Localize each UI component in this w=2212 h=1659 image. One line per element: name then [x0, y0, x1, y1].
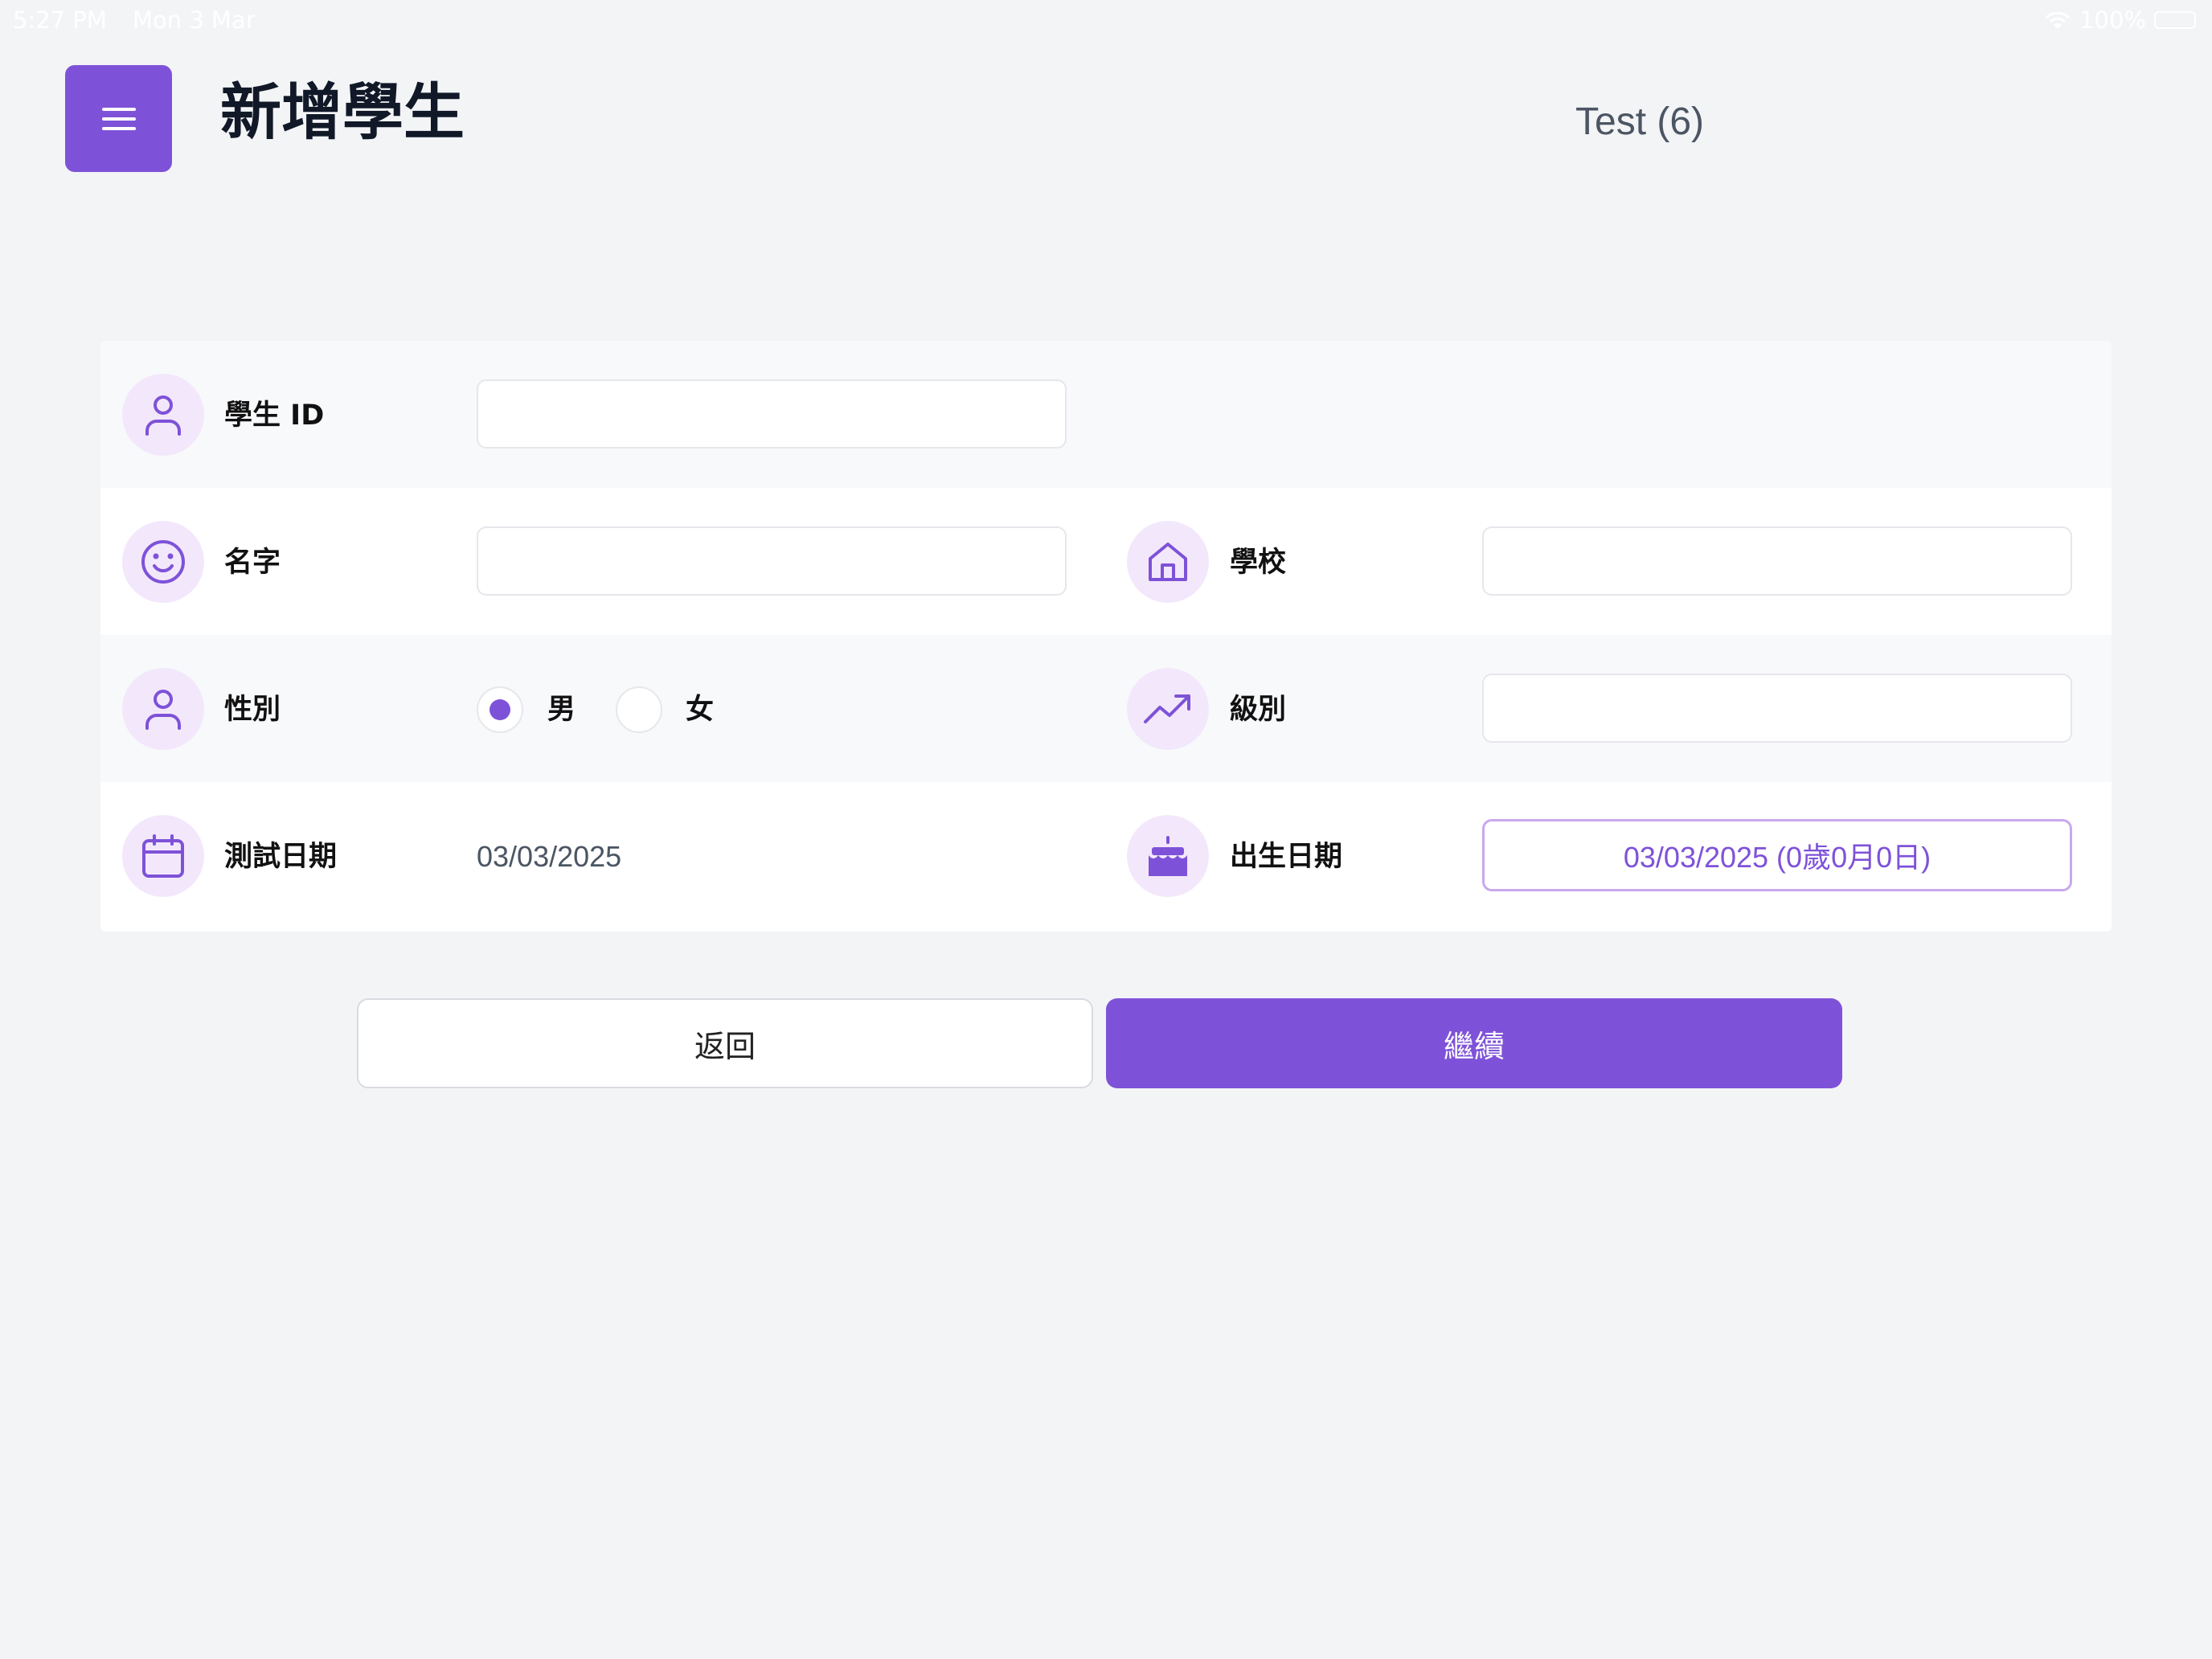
- gender-option-male-label: 男: [547, 694, 576, 726]
- school-label: 學校: [1230, 547, 1287, 579]
- wifi-icon: [2046, 11, 2071, 29]
- student-id-input[interactable]: [477, 379, 1067, 449]
- name-input[interactable]: [477, 526, 1067, 596]
- gender-option-female-label: 女: [686, 694, 715, 726]
- cake-icon: [1149, 836, 1187, 876]
- gender-icon-badge: [122, 668, 204, 750]
- hamburger-menu-icon: [101, 107, 136, 130]
- test-label: Test (6): [1575, 100, 1705, 143]
- grade-icon-badge: [1127, 668, 1209, 750]
- student-id-icon-badge: [122, 374, 204, 456]
- status-date: Mon 3 Mar: [133, 6, 256, 34]
- calendar-icon: [142, 834, 184, 878]
- test-date-label: 測試日期: [224, 841, 338, 873]
- school-icon-badge: [1127, 521, 1209, 603]
- grade-input[interactable]: [1482, 674, 2072, 743]
- user-icon: [145, 395, 181, 436]
- trending-up-icon: [1144, 694, 1190, 723]
- menu-button[interactable]: [65, 65, 172, 172]
- form-row-name-school: 名字 學校: [100, 488, 2112, 635]
- status-bar: 5:27 PM Mon 3 Mar 100%: [0, 0, 2212, 42]
- page-title: 新增學生: [220, 76, 465, 148]
- student-form: 學生 ID 名字 學校 性別 男 女 級別 測試日期 03/03/2025 出生…: [100, 341, 2112, 932]
- form-row-student-id: 學生 ID: [100, 341, 2112, 488]
- birth-date-label: 出生日期: [1230, 841, 1343, 873]
- school-input[interactable]: [1482, 526, 2072, 596]
- birth-date-icon-badge: [1127, 815, 1209, 897]
- continue-button[interactable]: 繼續: [1106, 998, 1842, 1088]
- name-label: 名字: [224, 547, 281, 579]
- battery-percent: 100%: [2079, 6, 2146, 34]
- form-row-gender-grade: 性別 男 女 級別: [100, 635, 2112, 782]
- grade-label: 級別: [1230, 694, 1287, 726]
- student-id-label: 學生 ID: [224, 399, 325, 432]
- battery-icon: [2154, 11, 2196, 29]
- birth-date-picker[interactable]: 03/03/2025 (0歲0月0日): [1482, 819, 2072, 891]
- status-right: 100%: [2044, 6, 2196, 34]
- gender-radio-female[interactable]: [616, 686, 662, 733]
- name-icon-badge: [122, 521, 204, 603]
- status-time: 5:27 PM: [13, 6, 107, 34]
- gender-label: 性別: [224, 694, 281, 726]
- gender-radio-male[interactable]: [477, 686, 523, 733]
- back-button[interactable]: 返回: [357, 998, 1093, 1088]
- form-row-dates: 測試日期 03/03/2025 出生日期 03/03/2025 (0歲0月0日): [100, 782, 2112, 929]
- home-icon: [1149, 543, 1187, 581]
- test-date-value: 03/03/2025: [477, 840, 622, 873]
- smile-icon: [141, 540, 185, 584]
- test-date-icon-badge: [122, 815, 204, 897]
- radio-selected-dot: [490, 699, 510, 720]
- user-icon: [145, 690, 181, 730]
